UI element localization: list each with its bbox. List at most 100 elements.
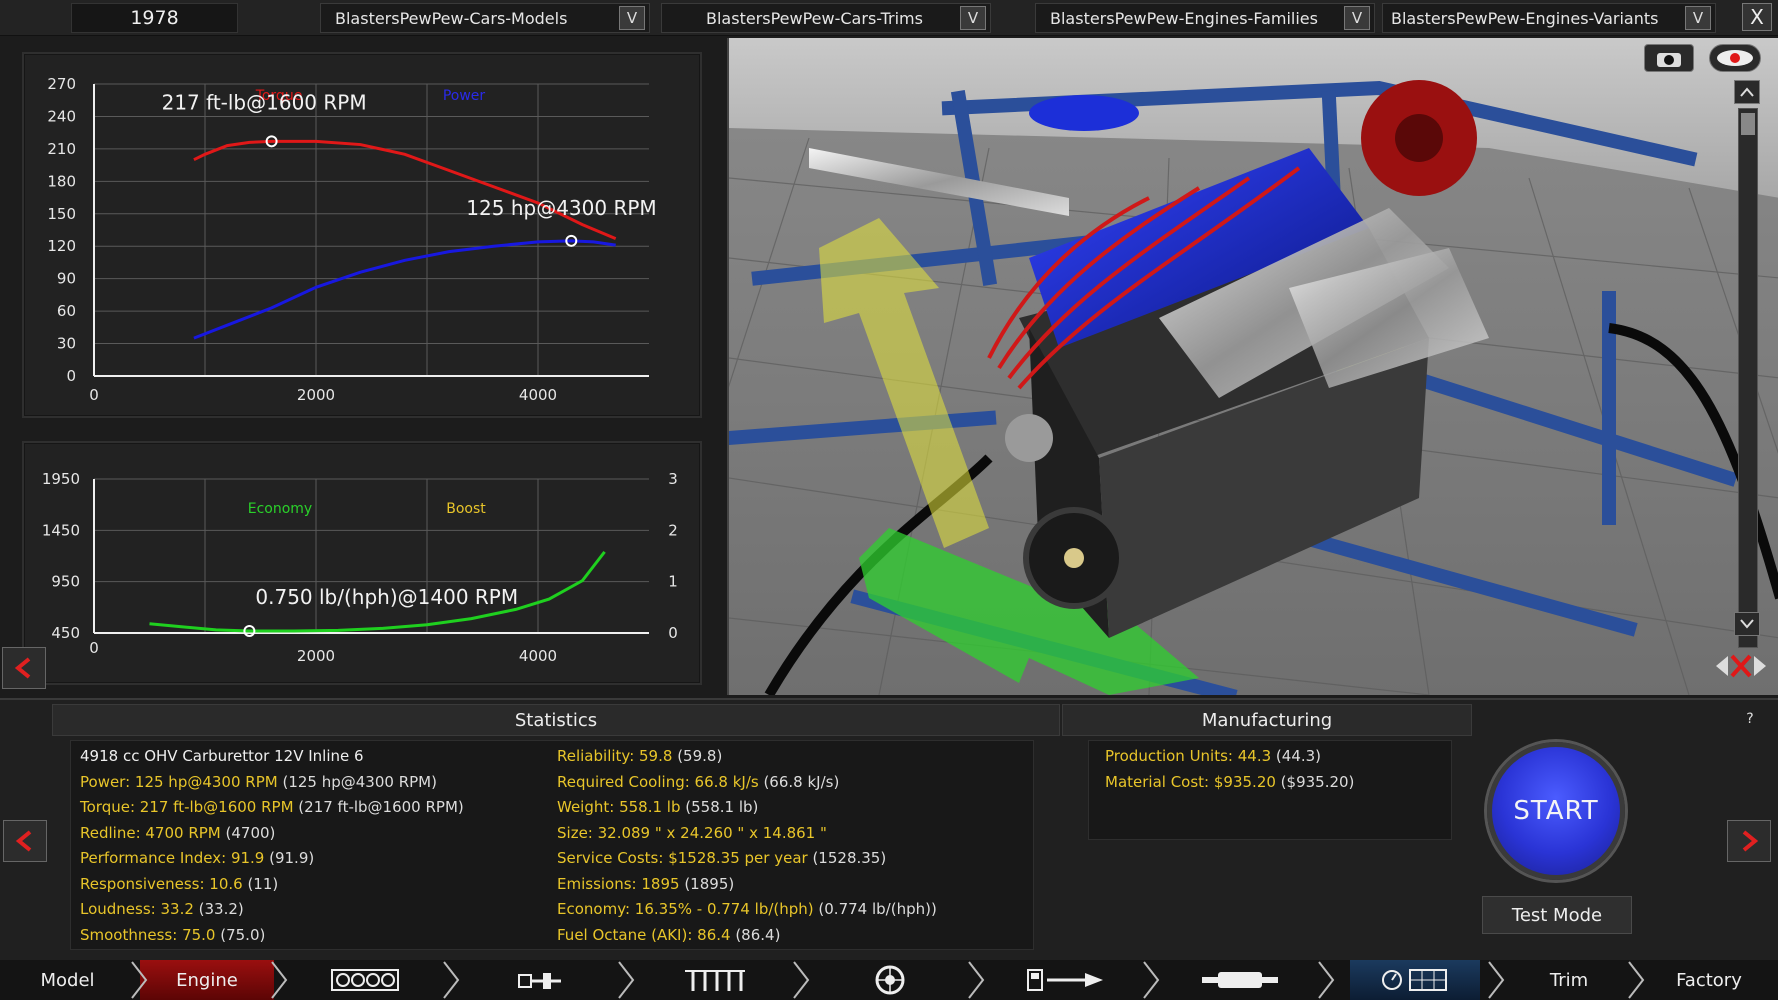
stat-row: Size: 32.089 " x 24.260 " x 14.861 " — [557, 824, 827, 842]
stats-prev-button[interactable] — [3, 820, 47, 862]
dyno-test-icon — [1382, 969, 1447, 991]
y-tick-label-left: 950 — [51, 573, 80, 591]
y-tick-label: 150 — [47, 205, 76, 223]
stat-row: Weight: 558.1 lb (558.1 lb) — [557, 798, 758, 816]
nav-separator-chevron-icon — [793, 961, 810, 999]
chevron-right-icon — [1742, 830, 1759, 852]
visibility-toggle[interactable] — [1709, 44, 1761, 72]
stat-row: Required Cooling: 66.8 kJ/s (66.8 kJ/s) — [557, 773, 839, 791]
y-tick-label: 30 — [57, 335, 76, 353]
stats-next-button[interactable] — [1727, 820, 1771, 862]
nav-model[interactable]: Model — [0, 960, 135, 1000]
camera-rotate-button[interactable] — [1714, 646, 1768, 686]
scroll-down-button[interactable] — [1734, 612, 1760, 636]
nav-engine-tests[interactable] — [1350, 960, 1480, 1000]
y-tick-label-right: 2 — [668, 521, 678, 539]
trims-dropdown-button[interactable]: V — [960, 6, 986, 30]
stat-label: Emissions: 1895 — [557, 874, 680, 893]
stat-row: 4918 cc OHV Carburettor 12V Inline 6 — [80, 747, 364, 765]
test-mode-button[interactable]: Test Mode — [1482, 896, 1632, 934]
x-tick-label: 0 — [89, 639, 99, 657]
viewport-scrollbar[interactable] — [1738, 108, 1758, 648]
engine-variants-dropdown[interactable]: BlastersPewPew-Engines-Variants V — [1382, 3, 1716, 33]
scrollbar-thumb[interactable] — [1741, 113, 1755, 135]
y-tick-label-left: 450 — [51, 624, 80, 642]
stat-label: 4918 cc OHV Carburettor 12V Inline 6 — [80, 747, 364, 765]
stat-label: Required Cooling: 66.8 kJ/s — [557, 772, 759, 791]
nav-separator-chevron-icon — [1143, 961, 1160, 999]
nav-trim[interactable]: Trim — [1505, 960, 1633, 1000]
close-button[interactable]: X — [1742, 3, 1772, 31]
top-bar: 1978 BlastersPewPew-Cars-Models V Blaste… — [0, 0, 1778, 36]
stat-row: Production Units: 44.3 (44.3) — [1105, 747, 1321, 765]
eye-icon — [1717, 50, 1753, 66]
nav-engine[interactable]: Engine — [140, 960, 274, 1000]
engine-families-dropdown[interactable]: BlastersPewPew-Engines-Families V — [1035, 3, 1375, 33]
stat-label: Weight: 558.1 lb — [557, 798, 681, 816]
torque-power-chart: 03060901201501802102402700 2000 4000Torque… — [47, 75, 656, 404]
models-dropdown[interactable]: BlastersPewPew-Cars-Models V — [320, 3, 650, 33]
stat-label: Torque: 217 ft-lb@1600 RPM — [80, 798, 294, 816]
economy-chart: 450 950 1450 1950 0 1 2 3 0 2000 4000 Economy Boost 0… — [42, 470, 678, 665]
y-tick-label: 120 — [47, 237, 76, 255]
start-button[interactable]: START — [1487, 742, 1625, 880]
nav-separator-chevron-icon — [968, 961, 985, 999]
engine-variants-dropdown-button[interactable]: V — [1685, 6, 1711, 30]
nav-fuel-system[interactable] — [1000, 960, 1130, 1000]
engine-3d-viewport[interactable] — [727, 38, 1778, 695]
engine-families-dropdown-button[interactable]: V — [1344, 6, 1370, 30]
help-button[interactable]: ? — [1732, 706, 1768, 732]
stat-value: (91.9) — [264, 849, 315, 867]
nav-top-end[interactable] — [650, 960, 780, 1000]
stat-label: Performance Index: 91.9 — [80, 849, 265, 867]
y-tick-label-right: 3 — [668, 470, 678, 488]
nav-engine-block[interactable] — [300, 960, 430, 1000]
stat-label: Responsiveness: 10.6 — [80, 874, 243, 893]
stat-value: (66.8 kJ/s) — [758, 772, 840, 791]
nav-factory[interactable]: Factory — [1645, 960, 1773, 1000]
nav-bottom-end[interactable] — [475, 960, 605, 1000]
engine-variants-dropdown-label: BlastersPewPew-Engines-Variants — [1391, 8, 1659, 28]
stat-value: ($935.20) — [1275, 772, 1355, 791]
app-root: 1978 BlastersPewPew-Cars-Models V Blaste… — [0, 0, 1778, 1000]
stat-label: Fuel Octane (AKI): 86.4 — [557, 925, 731, 944]
chevron-down-icon — [1740, 619, 1754, 629]
stat-value: (11) — [242, 874, 279, 893]
stat-label: Reliability: 59.8 — [557, 747, 673, 765]
x-tick-label: 4000 — [519, 386, 557, 404]
fuel-system-icon — [1027, 969, 1103, 991]
stat-row: Loudness: 33.2 (33.2) — [80, 900, 244, 918]
stat-label: Production Units: 44.3 — [1105, 747, 1272, 765]
stat-value: (558.1 lb) — [680, 798, 759, 816]
stat-value: (0.774 lb/(hph)) — [813, 900, 937, 918]
y-tick-label: 270 — [47, 75, 76, 93]
stat-row: Material Cost: $935.20 ($935.20) — [1105, 773, 1354, 791]
nav-aspiration[interactable] — [825, 960, 955, 1000]
y-tick-label: 240 — [47, 107, 76, 125]
series-line-power — [193, 239, 616, 340]
legend-power: Power — [443, 88, 486, 104]
statistics-box: 4918 cc OHV Carburettor 12V Inline 6 Powe… — [70, 740, 1034, 950]
stat-label: Service Costs: $1528.35 per year — [557, 849, 808, 867]
scroll-up-button[interactable] — [1734, 80, 1760, 104]
stat-value: (1528.35) — [807, 849, 887, 867]
nav-exhaust[interactable] — [1175, 960, 1305, 1000]
valvetrain-icon — [685, 970, 745, 991]
screenshot-button[interactable] — [1644, 44, 1694, 72]
chevron-up-icon — [1740, 87, 1754, 97]
y-tick-label: 60 — [57, 302, 76, 320]
year-field[interactable]: 1978 — [71, 3, 238, 33]
stat-row: Performance Index: 91.9 (91.9) — [80, 849, 314, 867]
chart-prev-button[interactable] — [2, 647, 46, 689]
stat-label: Economy: 16.35% - 0.774 lb/(hph) — [557, 900, 814, 918]
statistics-header: Statistics — [52, 704, 1060, 736]
stat-row: Smoothness: 75.0 (75.0) — [80, 926, 265, 944]
trims-dropdown[interactable]: BlastersPewPew-Cars-Trims V — [661, 3, 991, 33]
stat-row: Responsiveness: 10.6 (11) — [80, 875, 278, 893]
stat-label: Size: 32.089 " x 24.260 " x 14.861 " — [557, 823, 827, 842]
nav-separator-chevron-icon — [443, 961, 460, 999]
nav-separator-chevron-icon — [618, 961, 635, 999]
models-dropdown-button[interactable]: V — [619, 6, 645, 30]
x-tick-label: 0 — [89, 386, 99, 404]
stat-row: Fuel Octane (AKI): 86.4 (86.4) — [557, 926, 780, 944]
